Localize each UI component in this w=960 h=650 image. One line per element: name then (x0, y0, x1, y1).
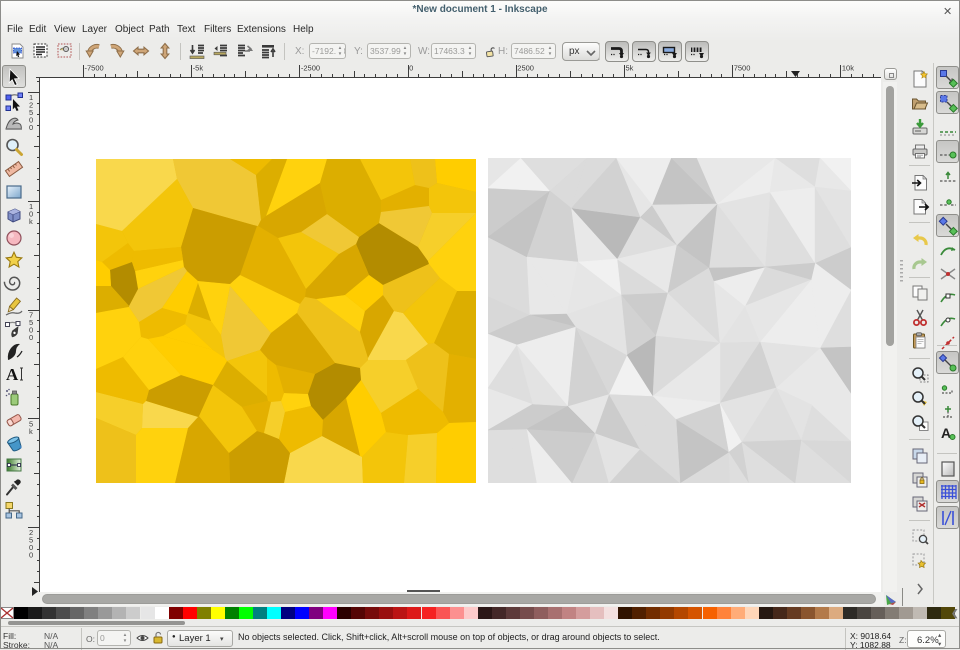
svg-text:A: A (941, 425, 951, 441)
svg-text:0: 0 (29, 551, 33, 560)
svg-text:0: 0 (29, 123, 33, 132)
svg-text:k: k (29, 427, 33, 436)
svg-text:0: 0 (29, 333, 33, 342)
svg-text:k: k (29, 217, 33, 226)
svg-text:A: A (6, 365, 19, 384)
